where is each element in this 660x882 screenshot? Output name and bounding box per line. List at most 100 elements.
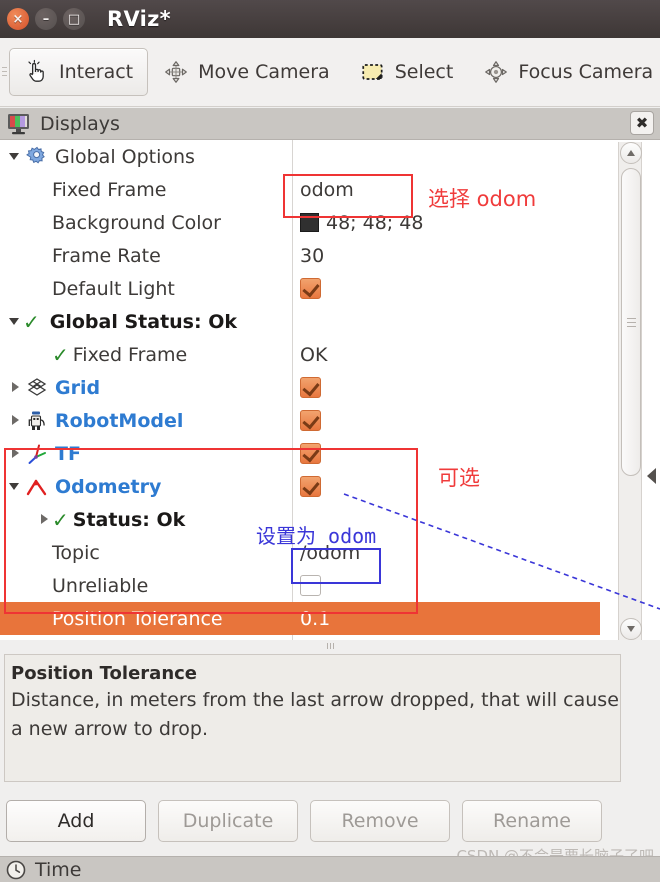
tree-row-topic[interactable]: Topic/odom xyxy=(0,536,600,569)
tree-value-unreliable[interactable] xyxy=(300,569,321,602)
twisty-spacer xyxy=(37,611,52,626)
clock-icon xyxy=(6,860,26,879)
rename-button[interactable]: Rename xyxy=(462,800,602,842)
tree-value-topic[interactable]: /odom xyxy=(300,536,360,569)
tree-row-frame-rate[interactable]: Frame Rate 30 xyxy=(0,239,600,272)
twisty-spacer xyxy=(37,182,52,197)
expand-twisty-icon[interactable] xyxy=(8,380,23,395)
expand-twisty-icon[interactable] xyxy=(8,446,23,461)
tool-move-camera-label: Move Camera xyxy=(198,61,330,83)
maximize-window-icon[interactable]: □ xyxy=(63,8,85,30)
tree-row-position-tolerance[interactable]: Position Tolerance 0.1 xyxy=(0,602,600,635)
add-button[interactable]: Add xyxy=(6,800,146,842)
tree-label-odometry-status: Status: Ok xyxy=(72,508,186,531)
tree-row-global-status[interactable]: ✓ Global Status: Ok xyxy=(0,305,600,338)
green-check-icon: ✓ xyxy=(52,342,69,367)
tf-axes-icon xyxy=(25,442,49,466)
time-panel-label: Time xyxy=(35,858,82,881)
window-title: RViz* xyxy=(107,7,171,31)
tree-value-background-color[interactable]: 48; 48; 48 xyxy=(300,206,423,239)
tree-row-robot-model[interactable]: RobotModel xyxy=(0,404,600,437)
toolbar-grip[interactable] xyxy=(0,58,9,86)
tree-label-fixed-frame: Fixed Frame xyxy=(52,178,167,201)
remove-button[interactable]: Remove xyxy=(310,800,450,842)
tool-select-button[interactable]: Select xyxy=(345,48,469,96)
tree-label-background-color: Background Color xyxy=(52,211,221,234)
tool-focus-camera-button[interactable]: Focus Camera xyxy=(468,48,660,96)
twisty-spacer xyxy=(37,281,52,296)
displays-button-bar: Add Duplicate Remove Rename xyxy=(0,794,660,848)
tree-value-grid[interactable] xyxy=(300,371,321,404)
checkbox-default-light[interactable] xyxy=(300,278,321,299)
scroll-up-button[interactable] xyxy=(620,142,642,164)
tree-row-odometry-status[interactable]: ✓ Status: Ok xyxy=(0,503,600,536)
collapse-twisty-icon[interactable] xyxy=(8,149,23,164)
close-panel-button[interactable]: ✖ xyxy=(630,111,654,135)
tree-value-position-tolerance[interactable]: 0.1 xyxy=(300,602,330,635)
collapse-twisty-icon[interactable] xyxy=(8,479,23,494)
tree-row-odometry[interactable]: Odometry xyxy=(0,470,600,503)
expand-twisty-icon[interactable] xyxy=(37,512,52,527)
tree-label-grid: Grid xyxy=(55,376,101,399)
description-title: Position Tolerance xyxy=(11,663,198,684)
displays-tree[interactable]: Global Options Fixed Frame odom Background … xyxy=(0,140,660,640)
green-check-icon: ✓ xyxy=(52,507,69,532)
tree-value-tf[interactable] xyxy=(300,437,321,470)
value-text-fixed-frame: odom xyxy=(300,178,354,201)
display-monitor-icon xyxy=(8,113,29,134)
tree-row-fixed-frame[interactable]: Fixed Frame odom xyxy=(0,173,600,206)
description-box: Position Tolerance Distance, in meters f… xyxy=(4,654,621,782)
collapse-twisty-icon[interactable] xyxy=(8,314,23,329)
tree-label-unreliable: Unreliable xyxy=(52,574,149,597)
checkbox-odometry[interactable] xyxy=(300,476,321,497)
tree-row-grid[interactable]: Grid xyxy=(0,371,600,404)
checkbox-tf[interactable] xyxy=(300,443,321,464)
rviz-window: × – □ RViz* Interact Move Camera Select … xyxy=(0,0,660,882)
scroll-down-button[interactable] xyxy=(620,618,642,640)
expand-twisty-icon[interactable] xyxy=(8,413,23,428)
tree-row-unreliable[interactable]: Unreliable xyxy=(0,569,600,602)
tree-label-position-tolerance: Position Tolerance xyxy=(52,607,223,630)
tree-vertical-scrollbar[interactable] xyxy=(618,142,642,640)
focus-camera-icon xyxy=(485,61,508,83)
time-panel-header: Time xyxy=(0,856,660,882)
checkbox-unreliable[interactable] xyxy=(300,575,321,596)
tree-value-default-light[interactable] xyxy=(300,272,321,305)
panel-collapse-arrow-icon[interactable] xyxy=(644,466,658,486)
tree-row-status-fixed-frame[interactable]: ✓ Fixed Frame OK xyxy=(0,338,600,371)
tree-value-robot-model[interactable] xyxy=(300,404,321,437)
tree-value-status-fixed-frame[interactable]: OK xyxy=(300,338,327,371)
grid-icon xyxy=(25,376,49,400)
tree-value-frame-rate[interactable]: 30 xyxy=(300,239,324,272)
checkbox-robot-model[interactable] xyxy=(300,410,321,431)
tree-label-robot-model: RobotModel xyxy=(55,409,184,432)
value-text-background-color: 48; 48; 48 xyxy=(326,211,424,234)
checkbox-grid[interactable] xyxy=(300,377,321,398)
robot-icon xyxy=(25,409,49,433)
tree-row-global-options[interactable]: Global Options xyxy=(0,140,600,173)
duplicate-button[interactable]: Duplicate xyxy=(158,800,298,842)
tree-label-frame-rate: Frame Rate xyxy=(52,244,161,267)
tree-row-background-color[interactable]: Background Color 48; 48; 48 xyxy=(0,206,600,239)
tree-row-tf[interactable]: TF xyxy=(0,437,600,470)
window-titlebar: × – □ RViz* xyxy=(0,0,660,38)
gear-icon xyxy=(25,145,49,169)
tree-label-odometry: Odometry xyxy=(55,475,162,498)
move-camera-icon xyxy=(165,61,188,83)
tree-row-default-light[interactable]: Default Light xyxy=(0,272,600,305)
panel-splitter-handle[interactable] xyxy=(0,640,660,652)
tree-value-odometry[interactable] xyxy=(300,470,321,503)
minimize-window-icon[interactable]: – xyxy=(35,8,57,30)
value-text-position-tolerance: 0.1 xyxy=(300,607,331,630)
value-text-topic: /odom xyxy=(300,541,361,564)
color-swatch-background-color[interactable] xyxy=(300,213,319,232)
tool-move-camera-button[interactable]: Move Camera xyxy=(148,48,345,96)
hand-cursor-icon xyxy=(28,59,44,82)
close-window-icon[interactable]: × xyxy=(7,8,29,30)
scroll-thumb[interactable] xyxy=(621,168,641,476)
description-body: Distance, in meters from the last arrow … xyxy=(11,689,619,741)
tool-interact-button[interactable]: Interact xyxy=(9,48,149,96)
select-rect-icon xyxy=(362,64,383,80)
tree-value-fixed-frame[interactable]: odom xyxy=(300,173,354,206)
value-text-frame-rate: 30 xyxy=(300,244,325,267)
